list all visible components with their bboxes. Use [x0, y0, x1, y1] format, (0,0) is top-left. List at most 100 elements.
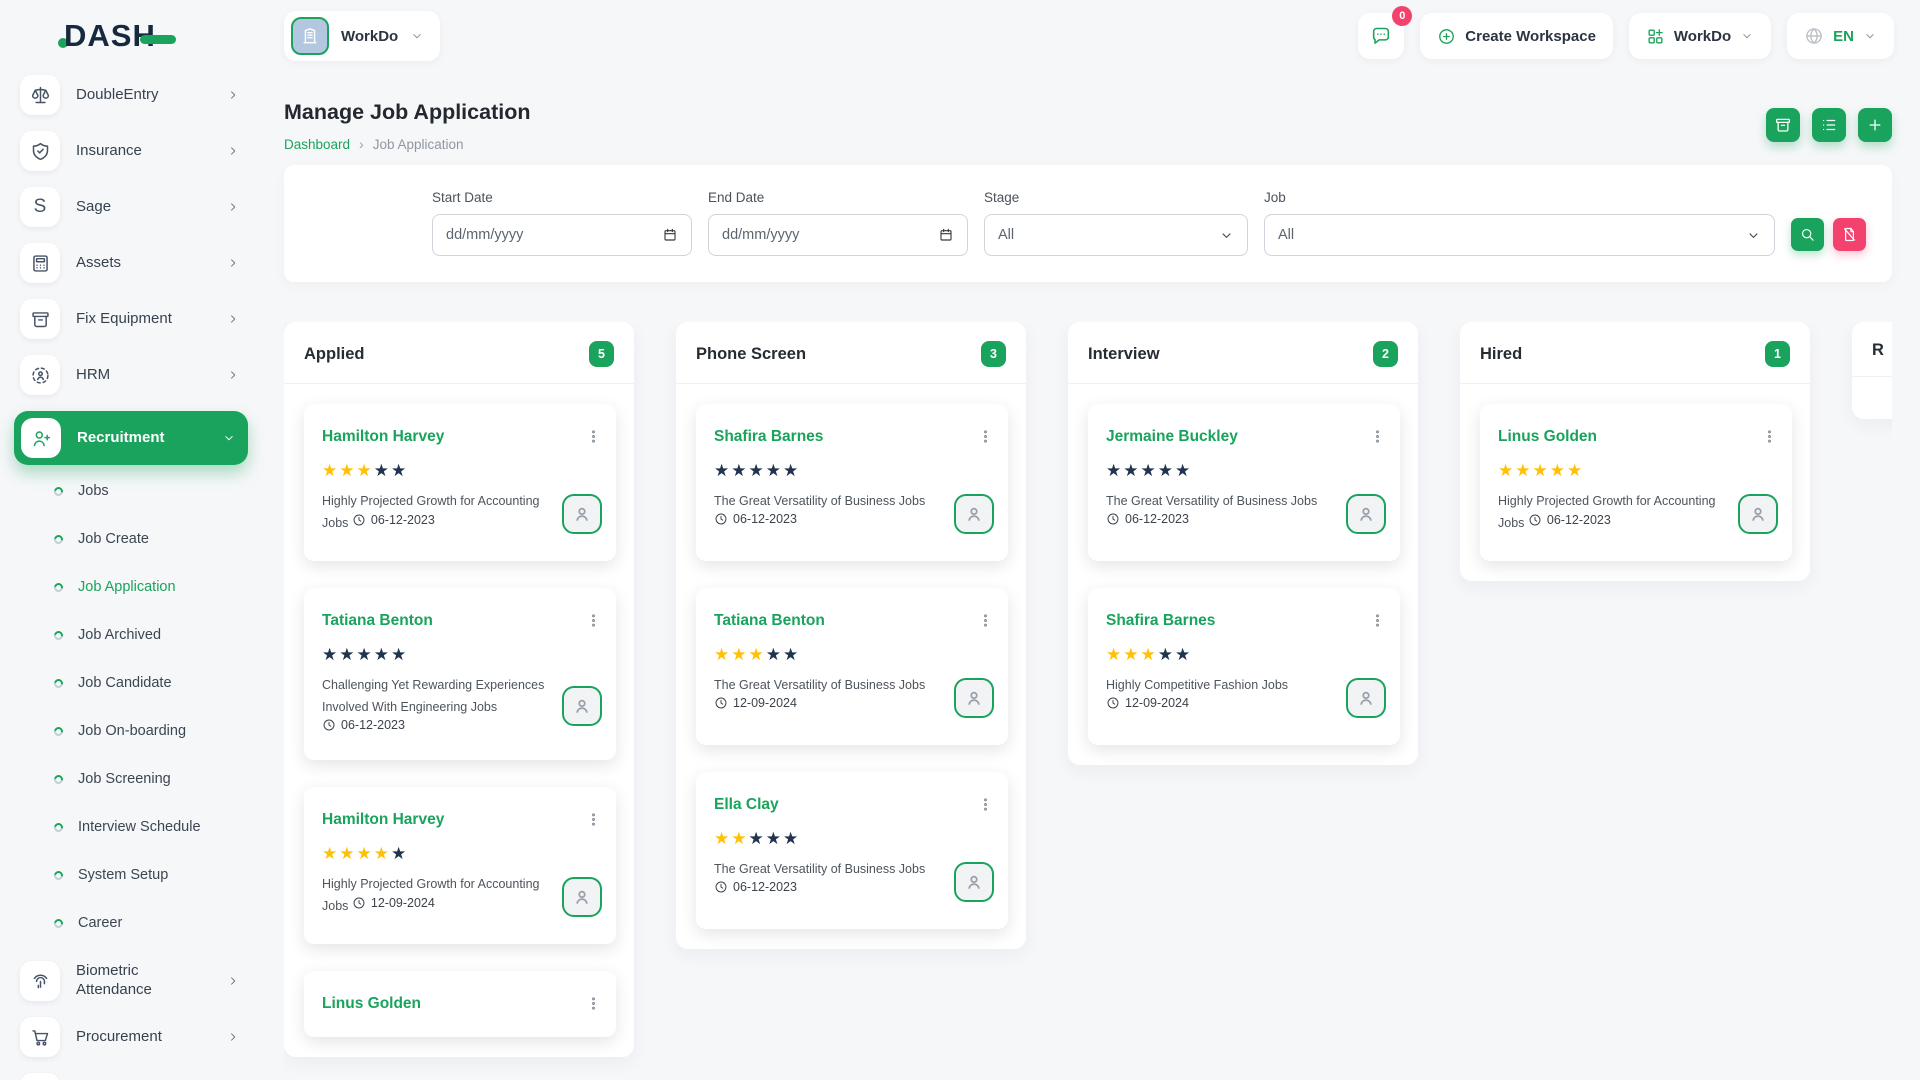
- sidebar-subitem-job-application[interactable]: Job Application: [20, 577, 240, 597]
- column-count-badge: 2: [1373, 341, 1398, 367]
- card-menu-button[interactable]: [585, 428, 602, 445]
- sidebar-subitem-system-setup[interactable]: System Setup: [20, 865, 240, 885]
- rating-stars: ★★★★★: [322, 845, 602, 863]
- end-date-input[interactable]: dd/mm/yyyy: [708, 214, 968, 256]
- add-application-button[interactable]: [1858, 108, 1892, 142]
- sidebar-item-recruitment[interactable]: Recruitment: [14, 411, 248, 465]
- module-icon: [20, 1073, 60, 1080]
- sidebar-subitem-job-screening[interactable]: Job Screening: [20, 769, 240, 789]
- workdo-menu-button[interactable]: WorkDo: [1629, 13, 1771, 59]
- card-menu-button[interactable]: [977, 612, 994, 629]
- sidebar-item-procurement[interactable]: Procurement: [20, 1017, 240, 1057]
- star-icon: ★: [749, 461, 766, 480]
- sidebar-subitem-label: Job Archived: [78, 625, 161, 645]
- create-workspace-button[interactable]: Create Workspace: [1420, 13, 1613, 59]
- sidebar-subitem-job-archived[interactable]: Job Archived: [20, 625, 240, 645]
- sidebar-subitem-jobs[interactable]: Jobs: [20, 481, 240, 501]
- hrm-icon: [20, 355, 60, 395]
- star-icon: ★: [1123, 461, 1140, 480]
- column-cards: Jermaine Buckley★★★★★The Great Versatili…: [1068, 384, 1418, 765]
- candidate-name[interactable]: Tatiana Benton: [714, 611, 825, 631]
- card-menu-button[interactable]: [585, 995, 602, 1012]
- card-menu-button[interactable]: [977, 428, 994, 445]
- candidate-name[interactable]: Hamilton Harvey: [322, 810, 444, 830]
- card-menu-button[interactable]: [1369, 612, 1386, 629]
- candidate-name[interactable]: Tatiana Benton: [322, 611, 433, 631]
- messages-button[interactable]: 0: [1358, 13, 1404, 59]
- job-description: The Great Versatility of Business Jobs: [1106, 494, 1317, 508]
- candidate-card[interactable]: Hamilton Harvey★★★★★Highly Projected Gro…: [304, 404, 616, 561]
- candidate-name[interactable]: Ella Clay: [714, 795, 779, 815]
- list-view-button[interactable]: [1812, 108, 1846, 142]
- candidate-card[interactable]: Linus Golden★★★★★Highly Projected Growth…: [1480, 404, 1792, 561]
- star-icon: ★: [1515, 461, 1532, 480]
- column-count-badge: 3: [981, 341, 1006, 367]
- kanban-column-applied: Applied5Hamilton Harvey★★★★★Highly Proje…: [284, 322, 634, 1057]
- sidebar-subitem-job-create[interactable]: Job Create: [20, 529, 240, 549]
- start-date-input[interactable]: dd/mm/yyyy: [432, 214, 692, 256]
- chevron-right-icon: [226, 88, 240, 102]
- kanban-column-hired: Hired1Linus Golden★★★★★Highly Projected …: [1460, 322, 1810, 581]
- sidebar: DoubleEntry Insurance SSage Assets Fix Equip…: [0, 72, 266, 1080]
- sidebar-item-sage[interactable]: SSage: [20, 187, 240, 227]
- star-icon: ★: [391, 645, 408, 664]
- candidate-card[interactable]: Hamilton Harvey★★★★★Highly Projected Gro…: [304, 787, 616, 944]
- column-title: Applied: [304, 345, 365, 364]
- sidebar-item-label: Fix Equipment: [76, 310, 172, 329]
- workspace-switcher[interactable]: WorkDo: [284, 11, 440, 61]
- language-selector[interactable]: EN: [1787, 13, 1894, 59]
- sidebar-item-hrm[interactable]: HRM: [20, 355, 240, 395]
- star-icon: ★: [714, 461, 731, 480]
- candidate-card[interactable]: Tatiana Benton★★★★★Challenging Yet Rewar…: [304, 588, 616, 760]
- candidate-name[interactable]: Hamilton Harvey: [322, 427, 444, 447]
- bullet-icon: [52, 917, 65, 930]
- stage-select[interactable]: All: [984, 214, 1248, 256]
- candidate-name[interactable]: Linus Golden: [1498, 427, 1597, 447]
- archive-button[interactable]: [1766, 108, 1800, 142]
- card-menu-button[interactable]: [585, 612, 602, 629]
- sidebar-item-assets[interactable]: Assets: [20, 243, 240, 283]
- sidebar-subitem-job-on-boarding[interactable]: Job On-boarding: [20, 721, 240, 741]
- candidate-name[interactable]: Shafira Barnes: [714, 427, 823, 447]
- sidebar-item-biometric-attendance[interactable]: Biometric Attendance: [20, 961, 240, 1001]
- sidebar-item-insurance[interactable]: Insurance: [20, 131, 240, 171]
- job-select[interactable]: All: [1264, 214, 1775, 256]
- column-header: Interview2: [1068, 322, 1418, 384]
- candidate-name[interactable]: Shafira Barnes: [1106, 611, 1215, 631]
- sidebar-item-doubleentry[interactable]: DoubleEntry: [20, 75, 240, 115]
- sidebar-subitem-career[interactable]: Career: [20, 913, 240, 933]
- candidate-card[interactable]: Linus Golden: [304, 971, 616, 1037]
- candidate-name[interactable]: Jermaine Buckley: [1106, 427, 1238, 447]
- star-icon: ★: [714, 645, 731, 664]
- candidate-card[interactable]: Shafira Barnes★★★★★The Great Versatility…: [696, 404, 1008, 561]
- card-menu-button[interactable]: [1369, 428, 1386, 445]
- sidebar-item-more[interactable]: [20, 1073, 240, 1080]
- chevron-down-icon: [1746, 228, 1761, 243]
- star-icon: ★: [1175, 461, 1192, 480]
- search-button[interactable]: [1791, 218, 1824, 251]
- sidebar-subitem-label: Jobs: [78, 481, 109, 501]
- star-icon: ★: [766, 461, 783, 480]
- sidebar-item-fix-equipment[interactable]: Fix Equipment: [20, 299, 240, 339]
- sidebar-subitem-label: Job Create: [78, 529, 149, 549]
- card-menu-button[interactable]: [1761, 428, 1778, 445]
- star-icon: ★: [357, 844, 374, 863]
- reset-filters-button[interactable]: [1833, 218, 1866, 251]
- bullet-icon: [52, 821, 65, 834]
- fingerprint-icon: [20, 961, 60, 1001]
- breadcrumb-dashboard-link[interactable]: Dashboard: [284, 137, 350, 152]
- sidebar-item-label: Procurement: [76, 1028, 162, 1047]
- app-logo[interactable]: DASH: [0, 18, 266, 54]
- candidate-card[interactable]: Shafira Barnes★★★★★Highly Competitive Fa…: [1088, 588, 1400, 745]
- sidebar-subitem-interview-schedule[interactable]: Interview Schedule: [20, 817, 240, 837]
- card-menu-button[interactable]: [977, 796, 994, 813]
- candidate-card[interactable]: Jermaine Buckley★★★★★The Great Versatili…: [1088, 404, 1400, 561]
- candidate-card[interactable]: Tatiana Benton★★★★★The Great Versatility…: [696, 588, 1008, 745]
- candidate-card[interactable]: Ella Clay★★★★★The Great Versatility of B…: [696, 772, 1008, 929]
- card-menu-button[interactable]: [585, 811, 602, 828]
- bullet-icon: [52, 869, 65, 882]
- candidate-name[interactable]: Linus Golden: [322, 994, 421, 1014]
- kanban-board: Applied5Hamilton Harvey★★★★★Highly Proje…: [284, 322, 1892, 1080]
- candidate-avatar: [1346, 494, 1386, 534]
- sidebar-subitem-job-candidate[interactable]: Job Candidate: [20, 673, 240, 693]
